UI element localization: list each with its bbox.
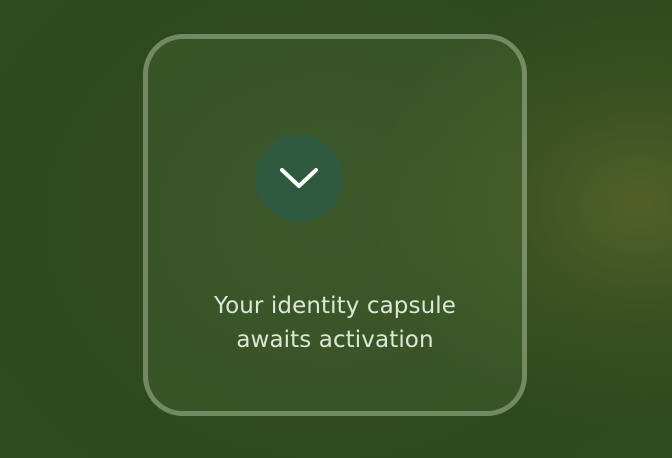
capsule-status-message: Your identity capsule awaits activation — [148, 289, 522, 357]
screen-background: { "card": { "icon": "chevron-down-icon",… — [0, 0, 672, 458]
chevron-down-icon — [280, 168, 318, 188]
identity-capsule-card: Your identity capsule awaits activation — [143, 34, 527, 416]
message-line-2: awaits activation — [236, 327, 434, 353]
expand-capsule-button[interactable] — [255, 134, 343, 222]
message-line-1: Your identity capsule — [213, 293, 457, 319]
